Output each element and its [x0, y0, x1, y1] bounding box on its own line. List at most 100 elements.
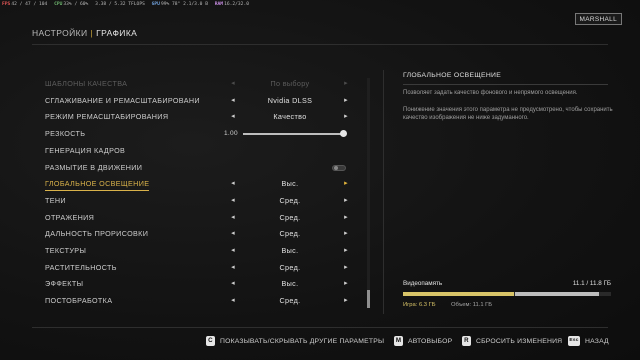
arrow-right-icon[interactable]: ▸	[342, 293, 350, 309]
sharpness-slider[interactable]	[243, 133, 345, 136]
vram-total: 11.1 / 11.8 ГБ	[572, 280, 611, 287]
setting-row[interactable]: ЭФФЕКТЫ ◂ Выс. ▸	[40, 276, 356, 292]
hint-toggle-params[interactable]: C ПОКАЗЫВАТЬ/СКРЫВАТЬ ДРУГИЕ ПАРАМЕТРЫ	[206, 336, 384, 348]
setting-value: Сред.	[279, 229, 301, 239]
hint-autoselect[interactable]: M АВТОВЫБОР	[394, 336, 452, 348]
arrow-right-icon[interactable]: ▸	[342, 276, 350, 292]
perf-fps: FPS42 / 47 / 104	[2, 2, 48, 7]
settings-screen: FPS42 / 47 / 104 CPU33% / 60% 3.38 / 5.3…	[0, 0, 640, 360]
key-c-icon: C	[206, 336, 215, 347]
setting-row[interactable]: ПОСТОБРАБОТКА ◂ Сред. ▸	[40, 293, 356, 309]
vram-bar-game	[403, 292, 515, 296]
setting-row[interactable]: ДАЛЬНОСТЬ ПРОРИСОВКИ ◂ Сред. ▸	[40, 226, 356, 242]
setting-label: ТЕНИ	[45, 195, 66, 205]
setting-row[interactable]: РАСТИТЕЛЬНОСТЬ ◂ Сред. ▸	[40, 260, 356, 276]
key-m-icon: M	[394, 336, 403, 347]
arrow-left-icon[interactable]: ◂	[229, 193, 237, 209]
setting-label: ГЕНЕРАЦИЯ КАДРОВ	[45, 145, 126, 155]
breadcrumb: НАСТРОЙКИ | ГРАФИКА	[32, 28, 137, 38]
slider-value: 1.00	[223, 130, 238, 138]
setting-row[interactable]: ТЕНИ ◂ Сред. ▸	[40, 193, 356, 209]
perf-tflops: 3.38 / 5.32 TFLOPS	[95, 2, 145, 7]
arrow-left-icon[interactable]: ◂	[229, 226, 237, 242]
arrow-right-icon[interactable]: ▸	[342, 176, 350, 192]
arrow-right-icon[interactable]: ▸	[342, 260, 350, 276]
setting-label: ОТРАЖЕНИЯ	[45, 212, 95, 222]
setting-label: ШАБЛОНЫ КАЧЕСТВА	[45, 79, 128, 88]
info-divider	[403, 84, 608, 85]
setting-row[interactable]: РЕЗКОСТЬ 1.00	[40, 126, 356, 142]
arrow-left-icon[interactable]: ◂	[229, 109, 237, 125]
setting-row[interactable]: ОТРАЖЕНИЯ ◂ Сред. ▸	[40, 210, 356, 226]
arrow-right-icon[interactable]: ▸	[342, 109, 350, 125]
settings-scrollbar[interactable]	[367, 78, 370, 308]
setting-row[interactable]: СГЛАЖИВАНИЕ И РЕМАСШТАБИРОВАНИ ◂ Nvidia DL…	[40, 93, 356, 109]
breadcrumb-current: ГРАФИКА	[96, 28, 138, 38]
vram-volume: Объем: 11.1 ГБ	[451, 302, 493, 308]
setting-label: СГЛАЖИВАНИЕ И РЕМАСШТАБИРОВАНИ	[45, 95, 200, 105]
breadcrumb-parent[interactable]: НАСТРОЙКИ	[32, 28, 88, 38]
arrow-left-icon[interactable]: ◂	[229, 293, 237, 309]
arrow-right-icon[interactable]: ▸	[342, 93, 350, 109]
setting-row[interactable]: РАЗМЫТИЕ В ДВИЖЕНИИ	[40, 160, 356, 176]
slider-knob[interactable]	[340, 130, 347, 138]
panel-divider	[383, 70, 384, 314]
setting-label: ПОСТОБРАБОТКА	[45, 296, 113, 306]
info-description: Позволяет задать качество фонового и неп…	[403, 90, 578, 96]
setting-label: РАЗМЫТИЕ В ДВИЖЕНИИ	[45, 162, 143, 172]
hint-back[interactable]: Esc НАЗАД	[568, 336, 609, 348]
setting-label: ТЕКСТУРЫ	[45, 246, 87, 255]
setting-row[interactable]: ТЕКСТУРЫ ◂ Выс. ▸	[40, 243, 356, 259]
setting-row[interactable]: ШАБЛОНЫ КАЧЕСТВА ◂ По выбору ▸	[40, 76, 356, 92]
hint-label: АВТОВЫБОР	[408, 338, 453, 345]
profile-badge[interactable]: MARSHALL	[574, 13, 622, 25]
arrow-right-icon[interactable]: ▸	[342, 226, 350, 242]
arrow-left-icon[interactable]: ◂	[229, 276, 237, 292]
arrow-left-icon[interactable]: ◂	[229, 210, 237, 226]
setting-value: По выбору	[270, 79, 310, 88]
setting-label: РЕЗКОСТЬ	[45, 129, 86, 139]
setting-row[interactable]: ГЕНЕРАЦИЯ КАДРОВ	[40, 143, 356, 159]
arrow-right-icon[interactable]: ▸	[342, 210, 350, 226]
arrow-left-icon[interactable]: ◂	[229, 176, 237, 192]
vram-bar	[403, 292, 611, 296]
footer-divider	[32, 327, 608, 328]
hint-label: СБРОСИТЬ ИЗМЕНЕНИЯ	[476, 338, 563, 345]
perf-gpu: GPU99% 78° 2.1/3.0 B	[151, 2, 208, 7]
vram-bar-other	[515, 292, 599, 296]
setting-label: ДАЛЬНОСТЬ ПРОРИСОВКИ	[45, 229, 149, 239]
arrow-left-icon[interactable]: ◂	[229, 260, 237, 276]
motion-blur-toggle[interactable]	[332, 164, 346, 171]
setting-label: РАСТИТЕЛЬНОСТЬ	[45, 262, 117, 272]
setting-value: Nvidia DLSS	[267, 95, 313, 105]
vram-game-usage: Игра: 6.3 ГБ	[403, 302, 436, 308]
setting-value: Выс.	[281, 246, 299, 255]
arrow-left-icon[interactable]: ◂	[229, 243, 237, 259]
perf-cpu: CPU33% / 60%	[54, 2, 89, 7]
arrow-left-icon[interactable]: ◂	[229, 76, 237, 92]
settings-list: ШАБЛОНЫ КАЧЕСТВА ◂ По выбору ▸ СГЛАЖИВАНИЕ И…	[40, 76, 356, 312]
arrow-right-icon[interactable]: ▸	[342, 243, 350, 259]
setting-row[interactable]: РЕЖИМ РЕМАСШТАБИРОВАНИЯ ◂ Качество ▸	[40, 109, 356, 125]
setting-label: ГЛОБАЛЬНОЕ ОСВЕЩЕНИЕ	[45, 178, 150, 192]
setting-label: РЕЖИМ РЕМАСШТАБИРОВАНИЯ	[45, 112, 169, 122]
info-warning: Понижение значения этого параметра не пр…	[403, 107, 613, 121]
breadcrumb-separator: |	[90, 28, 94, 38]
hint-label: НАЗАД	[585, 338, 609, 345]
scrollbar-thumb[interactable]	[367, 290, 370, 308]
arrow-right-icon[interactable]: ▸	[342, 193, 350, 209]
vram-label: Видеопамять	[403, 280, 443, 287]
setting-value: Выс.	[281, 279, 299, 289]
arrow-left-icon[interactable]: ◂	[229, 93, 237, 109]
perf-ram: RAM16.2/32.0	[214, 2, 249, 7]
key-esc-icon: Esc	[568, 336, 580, 347]
arrow-right-icon[interactable]: ▸	[342, 76, 350, 92]
key-r-icon: R	[462, 336, 471, 347]
setting-value: Сред.	[279, 212, 301, 222]
hint-reset-changes[interactable]: R СБРОСИТЬ ИЗМЕНЕНИЯ	[462, 336, 562, 348]
setting-row[interactable]: ГЛОБАЛЬНОЕ ОСВЕЩЕНИЕ ◂ Выс. ▸	[40, 176, 356, 192]
header-divider	[32, 44, 608, 45]
setting-value: Выс.	[281, 179, 299, 189]
vram-meter: Видеопамять 11.1 / 11.8 ГБ Игра: 6.3 ГБ …	[403, 280, 611, 312]
info-title: ГЛОБАЛЬНОЕ ОСВЕЩЕНИЕ	[403, 72, 502, 79]
